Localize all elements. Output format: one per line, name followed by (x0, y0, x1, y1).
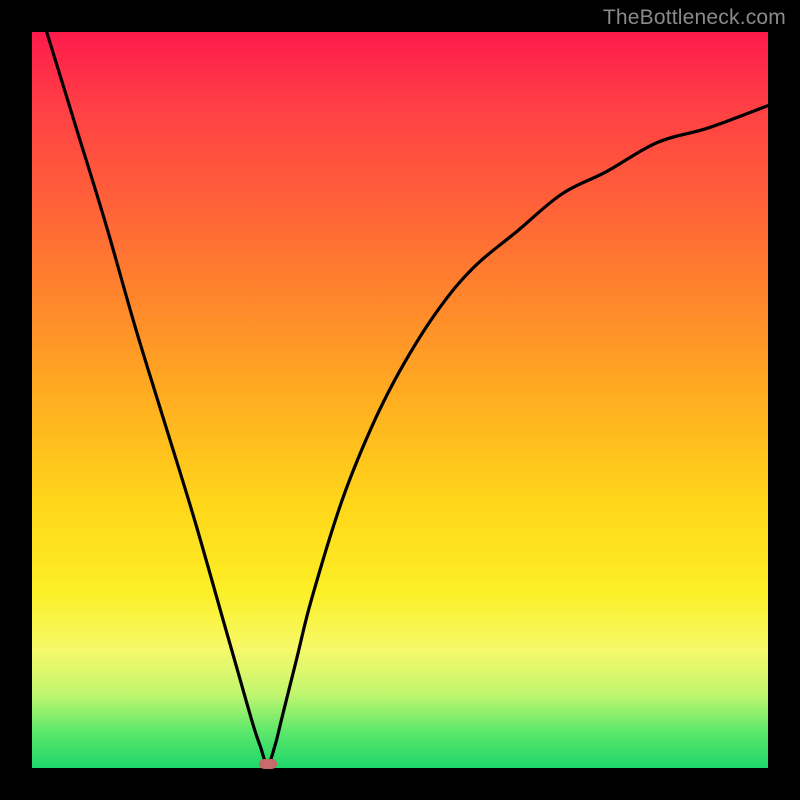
bottleneck-curve (32, 32, 768, 768)
watermark-text: TheBottleneck.com (603, 6, 786, 30)
minimum-marker (259, 759, 277, 769)
chart-frame: TheBottleneck.com (0, 0, 800, 800)
plot-area (32, 32, 768, 768)
